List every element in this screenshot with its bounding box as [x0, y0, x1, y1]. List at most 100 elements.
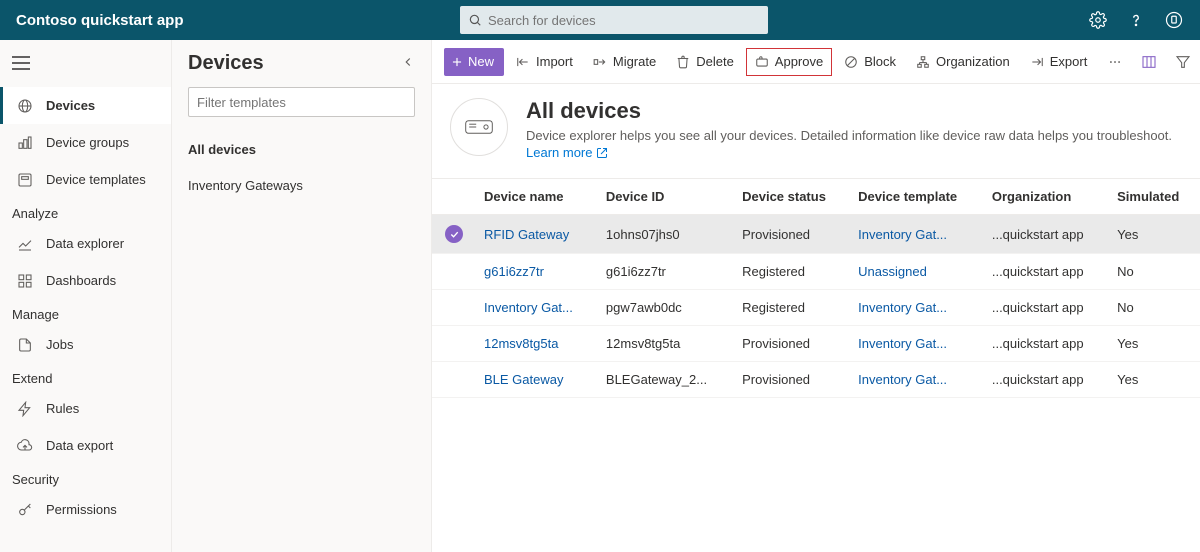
learn-more-link[interactable]: Learn more: [526, 145, 608, 160]
question-icon: [1127, 11, 1145, 29]
device-template-cell[interactable]: Inventory Gat...: [850, 362, 984, 398]
button-label: Import: [536, 54, 573, 69]
col-device-id[interactable]: Device ID: [598, 179, 734, 215]
organization-cell: ...quickstart app: [984, 362, 1109, 398]
group-icon: [16, 134, 34, 152]
overflow-button[interactable]: [1099, 48, 1131, 76]
row-select-cell[interactable]: [432, 290, 476, 326]
row-select-cell[interactable]: [432, 254, 476, 290]
col-device-status[interactable]: Device status: [734, 179, 850, 215]
simulated-cell: Yes: [1109, 362, 1200, 398]
device-name-cell[interactable]: BLE Gateway: [476, 362, 598, 398]
nav-device-templates[interactable]: Device templates: [0, 161, 171, 198]
page-title: All devices: [526, 98, 1172, 124]
row-select-cell[interactable]: [432, 215, 476, 254]
nav-label: Dashboards: [46, 273, 116, 288]
table-row[interactable]: 12msv8tg5ta12msv8tg5taProvisionedInvento…: [432, 326, 1200, 362]
row-select-cell[interactable]: [432, 326, 476, 362]
block-button[interactable]: Block: [836, 48, 904, 76]
table-row[interactable]: RFID Gateway1ohns07jhs0ProvisionedInvent…: [432, 215, 1200, 254]
table-row[interactable]: g61i6zz7trg61i6zz7trRegisteredUnassigned…: [432, 254, 1200, 290]
nav-data-export[interactable]: Data export: [0, 427, 171, 464]
template-icon: [16, 171, 34, 189]
col-device-name[interactable]: Device name: [476, 179, 598, 215]
col-simulated[interactable]: Simulated: [1109, 179, 1200, 215]
secondary-title: Devices: [188, 52, 264, 75]
export-button[interactable]: Export: [1022, 48, 1096, 76]
approve-button[interactable]: Approve: [746, 48, 832, 76]
secondary-panel: Devices All devices Inventory Gateways: [172, 40, 432, 552]
nav-label: Device groups: [46, 135, 129, 150]
nav-section-manage: Manage: [0, 299, 171, 326]
nav-section-security: Security: [0, 464, 171, 491]
device-status-cell: Registered: [734, 254, 850, 290]
nav-label: Data explorer: [46, 236, 124, 251]
filter-templates-input[interactable]: [188, 87, 415, 117]
rules-icon: [16, 400, 34, 418]
secondary-item-inventory-gateways[interactable]: Inventory Gateways: [188, 167, 415, 203]
nav-dashboards[interactable]: Dashboards: [0, 262, 171, 299]
search-box[interactable]: [460, 6, 768, 34]
new-button[interactable]: New: [444, 48, 504, 76]
organization-cell: ...quickstart app: [984, 326, 1109, 362]
button-label: Migrate: [613, 54, 656, 69]
help-button[interactable]: [1120, 4, 1152, 36]
key-icon: [16, 501, 34, 519]
simulated-cell: Yes: [1109, 326, 1200, 362]
device-template-cell[interactable]: Unassigned: [850, 254, 984, 290]
columns-button[interactable]: [1139, 48, 1159, 76]
hero: All devices Device explorer helps you se…: [432, 84, 1200, 178]
nav-label: Rules: [46, 401, 79, 416]
col-organization[interactable]: Organization: [984, 179, 1109, 215]
device-template-cell[interactable]: Inventory Gat...: [850, 215, 984, 254]
device-icon: [465, 119, 493, 135]
organization-button[interactable]: Organization: [908, 48, 1018, 76]
trash-icon: [676, 55, 690, 69]
col-checkbox[interactable]: [432, 179, 476, 215]
nav-devices[interactable]: Devices: [0, 87, 171, 124]
import-button[interactable]: Import: [508, 48, 581, 76]
nav-device-groups[interactable]: Device groups: [0, 124, 171, 161]
search-input[interactable]: [488, 13, 760, 28]
button-label: Approve: [775, 54, 823, 69]
simulated-cell: No: [1109, 290, 1200, 326]
nav-rules[interactable]: Rules: [0, 390, 171, 427]
device-template-cell[interactable]: Inventory Gat...: [850, 326, 984, 362]
chart-icon: [16, 235, 34, 253]
table-row[interactable]: Inventory Gat...pgw7awb0dcRegisteredInve…: [432, 290, 1200, 326]
feedback-button[interactable]: [1158, 4, 1190, 36]
nav-permissions[interactable]: Permissions: [0, 491, 171, 528]
collapse-secondary[interactable]: [401, 55, 415, 72]
simulated-cell: Yes: [1109, 215, 1200, 254]
device-name-cell[interactable]: 12msv8tg5ta: [476, 326, 598, 362]
migrate-button[interactable]: Migrate: [585, 48, 664, 76]
nav-toggle[interactable]: [0, 50, 171, 87]
hamburger-icon: [12, 56, 30, 70]
device-template-cell[interactable]: Inventory Gat...: [850, 290, 984, 326]
row-select-cell[interactable]: [432, 362, 476, 398]
device-status-cell: Provisioned: [734, 326, 850, 362]
import-icon: [516, 55, 530, 69]
device-status-cell: Registered: [734, 290, 850, 326]
ellipsis-icon: [1107, 55, 1123, 69]
nav-data-explorer[interactable]: Data explorer: [0, 225, 171, 262]
device-name-cell[interactable]: Inventory Gat...: [476, 290, 598, 326]
link-label: Learn more: [526, 145, 592, 160]
device-id-cell: 12msv8tg5ta: [598, 326, 734, 362]
delete-button[interactable]: Delete: [668, 48, 742, 76]
nav-label: Data export: [46, 438, 113, 453]
left-nav: Devices Device groups Device templates A…: [0, 40, 172, 552]
nav-jobs[interactable]: Jobs: [0, 326, 171, 363]
filter-button[interactable]: [1173, 48, 1193, 76]
secondary-item-all-devices[interactable]: All devices: [188, 131, 415, 167]
device-name-cell[interactable]: RFID Gateway: [476, 215, 598, 254]
nav-label: Jobs: [46, 337, 73, 352]
col-device-template[interactable]: Device template: [850, 179, 984, 215]
settings-button[interactable]: [1082, 4, 1114, 36]
device-name-cell[interactable]: g61i6zz7tr: [476, 254, 598, 290]
device-status-cell: Provisioned: [734, 362, 850, 398]
table-row[interactable]: BLE GatewayBLEGateway_2...ProvisionedInv…: [432, 362, 1200, 398]
app-title: Contoso quickstart app: [16, 12, 460, 29]
nav-label: Permissions: [46, 502, 117, 517]
organization-cell: ...quickstart app: [984, 254, 1109, 290]
